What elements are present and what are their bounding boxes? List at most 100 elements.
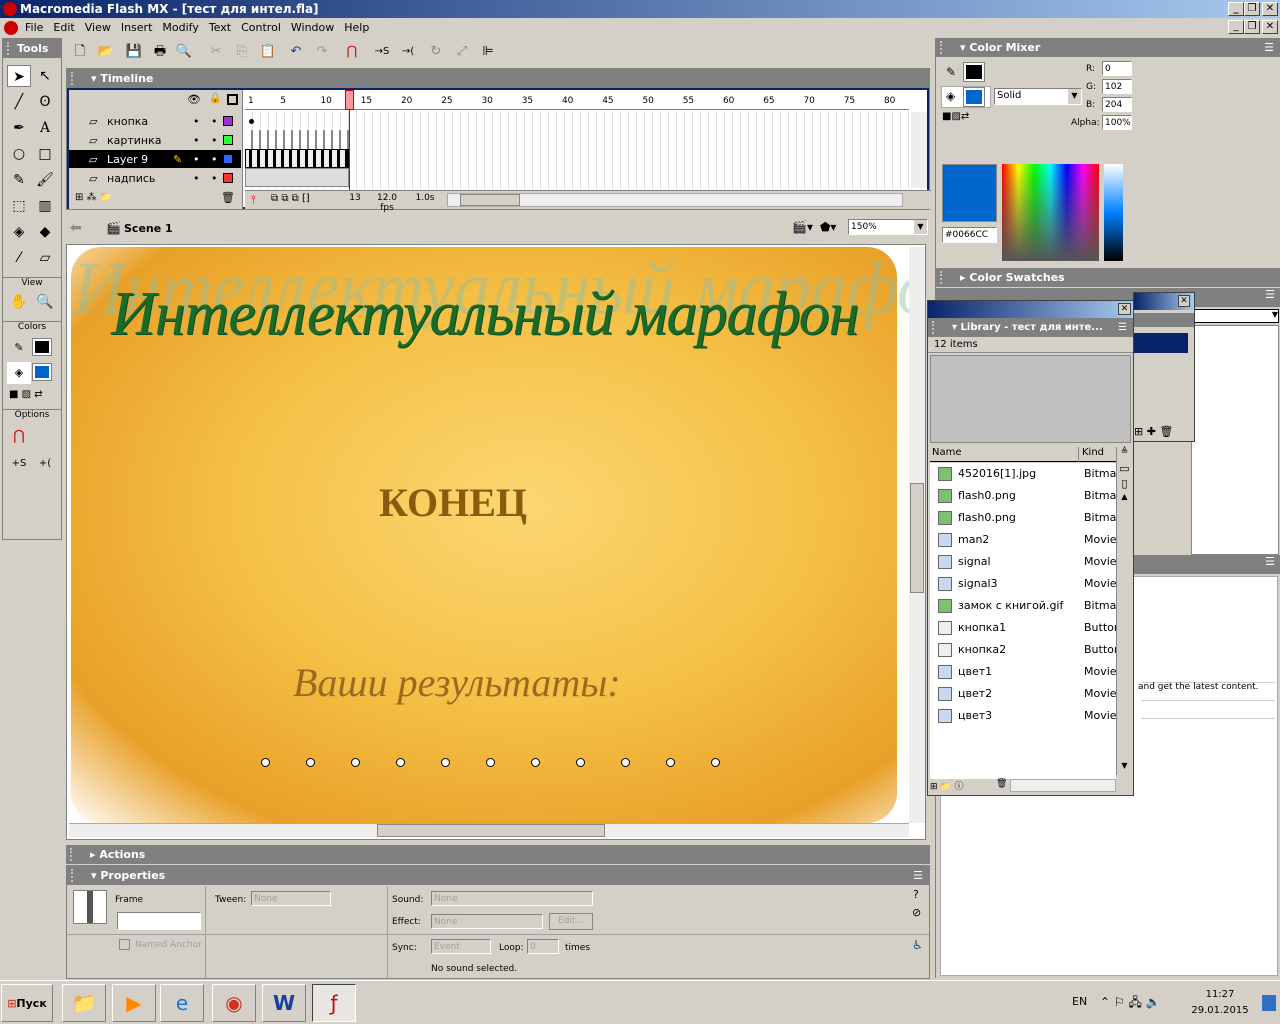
brightness-slider[interactable] [1104,164,1123,261]
color-mixer-header[interactable]: ▾ Color Mixer ☰ [936,38,1280,57]
edit-symbols-icon[interactable]: ⬟▾ [820,220,836,234]
actions-panel-header[interactable]: ▸ Actions [66,845,930,864]
brush-tool-icon[interactable]: 🖌 [33,169,57,191]
edit-scene-icon[interactable]: 🎬▾ [792,220,813,234]
copy-icon[interactable]: ⎘ [232,42,252,62]
stage-area[interactable]: Интеллектуальный марафон Интеллектуальны… [66,244,926,840]
stroke-color-icon[interactable]: ✎ [7,337,31,359]
cut-icon[interactable]: ✂ [206,42,226,62]
clock-time[interactable]: 11:27 [1190,989,1250,1000]
snap-icon[interactable]: ⋂ [342,42,362,62]
onion-skin-icon[interactable]: ⧉ ⧉ ⧉ ⁅⁆ [271,193,310,204]
stroke-color-swatch[interactable] [32,338,52,356]
straighten-icon[interactable]: +( [33,453,57,475]
oval-tool-icon[interactable]: ○ [7,143,31,165]
mixer-fill-swatch[interactable] [963,87,985,107]
layer-color-swatch[interactable] [223,135,233,145]
library-header[interactable]: ▾ Library - тест для инте... ☰ [928,318,1133,337]
word-taskbar-icon[interactable]: W [262,984,306,1022]
stage-horizontal-scrollbar[interactable] [69,823,909,837]
library-item[interactable]: signal Movie [930,551,1116,573]
timeline-header[interactable]: ▾ Timeline [67,69,929,88]
edit-in-place-icon[interactable]: ⊘ [912,906,921,919]
menu-window[interactable]: Window [291,21,334,34]
straighten-toolbar-icon[interactable]: →( [398,42,418,62]
properties-header[interactable]: ▾ Properties ☰ [67,866,929,885]
effect-select[interactable]: None [431,914,543,929]
new-symbol-icon[interactable]: ⊞ [930,782,938,792]
hand-tool-icon[interactable]: ✋ [7,291,31,313]
visible-dot[interactable]: • [193,169,200,188]
media-player-taskbar-icon[interactable]: ▶ [112,984,156,1022]
properties-icon[interactable]: ⓘ [955,782,964,792]
lock-dot[interactable]: • [211,131,218,150]
outline-icon[interactable] [227,94,238,105]
chrome-taskbar-icon[interactable]: ◉ [212,984,256,1022]
ink-bottle-tool-icon[interactable]: ◈ [7,221,31,243]
delete-icon[interactable]: 🗑 [996,779,1007,789]
snap-magnet-icon[interactable]: ⋂ [7,425,31,447]
rectangle-tool-icon[interactable]: □ [33,143,57,165]
timeline-horizontal-scrollbar[interactable] [447,193,903,207]
library-item[interactable]: цвет2 Movie [930,683,1116,705]
library-item[interactable]: кнопка2 Button [930,639,1116,661]
color-spectrum[interactable] [1002,164,1099,261]
eye-icon[interactable]: 👁 [187,93,201,106]
accessibility-icon[interactable]: ♿ [912,938,923,952]
paint-bucket-tool-icon[interactable]: ◆ [33,221,57,243]
named-anchor-checkbox[interactable] [119,939,130,950]
menu-modify[interactable]: Modify [162,21,198,34]
layer-color-swatch[interactable] [223,116,233,126]
close-icon[interactable]: ✕ [1178,295,1190,307]
start-button[interactable]: ⊞Пуск [1,984,53,1022]
g-input[interactable]: 102 [1102,79,1132,94]
library-item[interactable]: замок с книгой.gif Bitmap [930,595,1116,617]
layer-row[interactable]: ▱ кнопка • • [69,112,241,131]
rotate-icon[interactable]: ↻ [426,42,446,62]
minimize-button[interactable]: _ [1228,2,1244,16]
library-column-header[interactable]: Name Kind [930,447,1116,462]
end-text[interactable]: КОНЕЦ [379,479,527,526]
b-input[interactable]: 204 [1102,97,1132,112]
lock-dot[interactable]: • [211,112,218,131]
library-close-icon[interactable]: ✕ [1118,303,1131,315]
visible-dot[interactable]: • [193,150,200,169]
hex-input[interactable]: #0066CC [942,227,997,243]
frame-grid[interactable] [245,111,909,189]
library-item[interactable]: 452016[1].jpg Bitmap [930,463,1116,485]
insert-layer-icon[interactable]: ⊞ ⁂ 📁 [75,192,112,203]
doc-minimize-button[interactable]: _ [1228,20,1244,34]
loop-input[interactable]: 0 [527,939,559,954]
frames-nadpis[interactable] [245,168,349,187]
pencil-tool-icon[interactable]: ✎ [7,169,31,191]
zoom-tool-icon[interactable]: 🔍 [33,291,57,313]
free-transform-tool-icon[interactable]: ⬚ [7,195,31,217]
library-item[interactable]: flash0.png Bitmap [930,485,1116,507]
arrow-tool-icon[interactable]: ➤ [7,65,31,87]
sound-select[interactable]: None [431,891,593,906]
tray-icons[interactable]: ⌃ ⚐ 🖧 🔈 [1100,993,1161,1014]
help-icon[interactable]: ? [913,888,919,901]
save-icon[interactable]: 💾 [124,42,144,62]
fill-color-icon[interactable]: ◈ [7,362,31,384]
smooth-icon[interactable]: +S [7,453,31,475]
open-file-icon[interactable]: 📂 [96,42,116,62]
library-item[interactable]: flash0.png Bitmap [930,507,1116,529]
r-input[interactable]: 0 [1102,61,1132,76]
redo-icon[interactable]: ↷ [312,42,332,62]
alpha-input[interactable]: 100% [1102,115,1132,130]
flash-taskbar-icon[interactable]: ƒ [312,984,356,1022]
ie-taskbar-icon[interactable]: e [160,984,204,1022]
stage-vertical-scrollbar[interactable] [909,247,925,823]
scale-icon[interactable]: ⤢ [452,42,472,62]
library-scrollbar[interactable]: ≜ ▭ ▯ ▲ ▼ [1116,447,1132,775]
keyframes-layer9[interactable] [245,149,349,168]
align-icon[interactable]: ⊫ [478,42,498,62]
restore-button[interactable]: ❐ [1244,2,1260,16]
edit-button[interactable]: Edit... [549,913,593,930]
library-window-titlebar[interactable] [928,301,1133,318]
doc-close-button[interactable]: ✕ [1262,20,1278,34]
fill-transform-tool-icon[interactable]: ▥ [33,195,57,217]
mixer-stroke-swatch[interactable] [963,62,985,82]
add-icon[interactable]: ⊞ ✚ 🗑 [1134,425,1173,438]
